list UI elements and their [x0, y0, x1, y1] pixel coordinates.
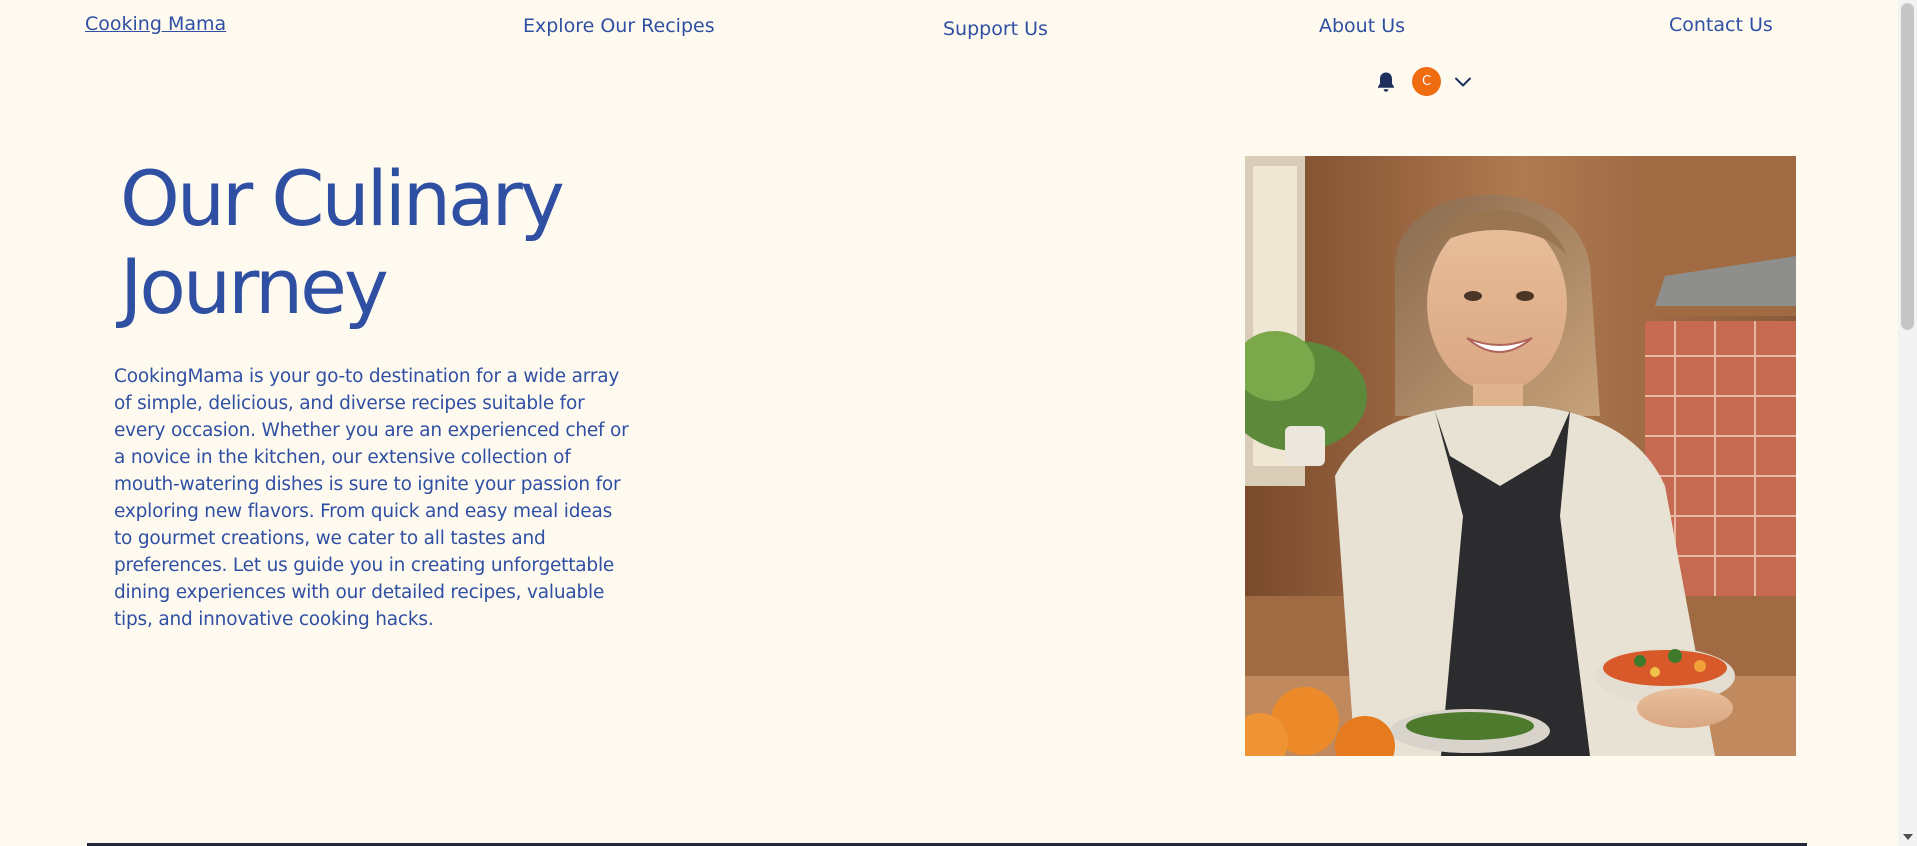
scrollbar-track[interactable]	[1898, 0, 1917, 846]
brand-link[interactable]: Cooking Mama	[85, 13, 226, 35]
nav-about-us[interactable]: About Us	[1319, 15, 1405, 37]
hero-title-line-2: Journey	[120, 242, 389, 331]
hero-description: CookingMama is your go-to destination fo…	[114, 366, 629, 630]
nav-contact-us[interactable]: Contact Us	[1669, 14, 1773, 36]
nav-support-us[interactable]: Support Us	[943, 18, 1048, 40]
chevron-down-icon[interactable]	[1453, 72, 1473, 92]
scroll-down-arrow-icon[interactable]	[1903, 834, 1913, 840]
avatar[interactable]: C	[1412, 67, 1441, 96]
hero-image	[1245, 156, 1796, 756]
bell-icon[interactable]	[1376, 71, 1396, 93]
scrollbar-thumb[interactable]	[1901, 3, 1914, 330]
nav-explore-recipes[interactable]: Explore Our Recipes	[523, 15, 715, 37]
hero-title: Our Culinary Journey	[120, 155, 820, 331]
avatar-initial: C	[1421, 74, 1432, 89]
hero-title-line-1: Our Culinary	[120, 154, 565, 243]
